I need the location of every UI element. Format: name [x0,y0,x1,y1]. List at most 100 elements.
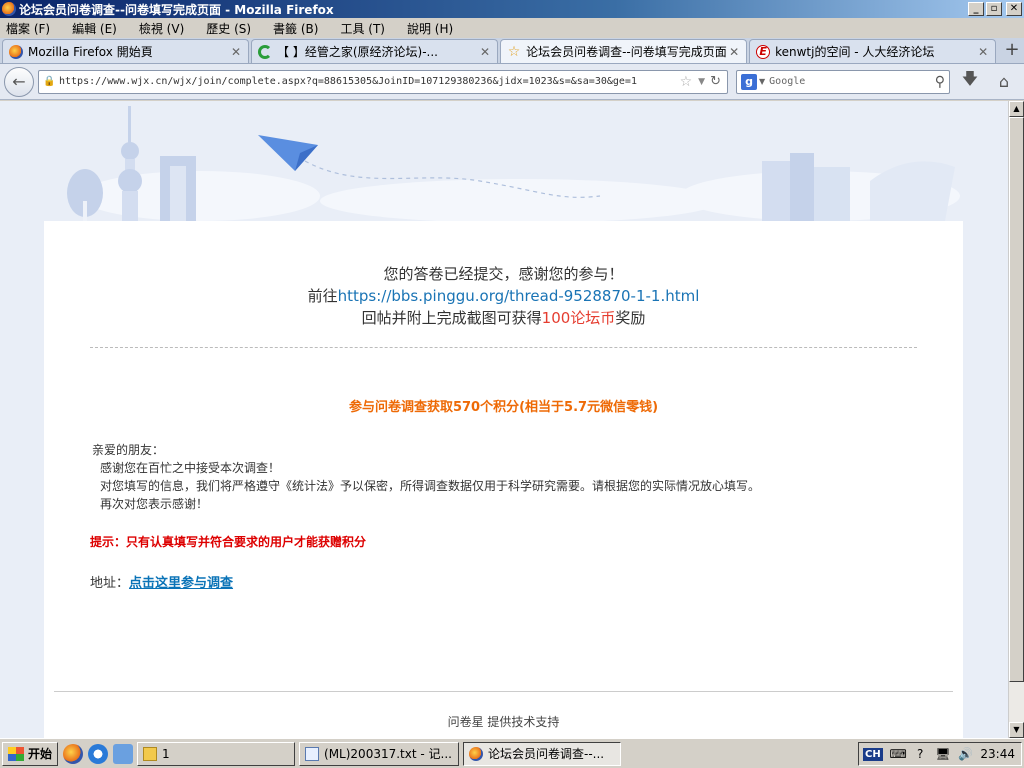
home-icon[interactable]: ⌂ [990,72,1018,91]
reward-suffix: 奖励 [615,309,646,327]
clock: 23:44 [980,747,1015,761]
tab-label: Mozilla Firefox 開始頁 [28,45,153,59]
close-button[interactable]: ✕ [1006,2,1022,16]
navigation-bar: ← 🔒 https://www.wjx.cn/wjx/join/complete… [0,64,1024,100]
menu-file[interactable]: 檔案 (F) [6,20,50,37]
vertical-scrollbar[interactable]: ▲ ▼ [1008,101,1024,738]
points-title: 参与问卷调查获取570个积分(相当于5.7元微信零钱) [348,400,659,415]
start-label: 开始 [28,747,53,761]
tab-label: 【 】经管之家(原经济论坛)-... [277,45,438,59]
window-title: 论坛会员问卷调查--问卷填写完成页面 - Mozilla Firefox [19,2,334,17]
tab-survey-complete[interactable]: ☆ 论坛会员问卷调查--问卷填写完成页面 ✕ [500,39,748,63]
volume-icon[interactable]: 🔊 [958,746,974,762]
google-icon[interactable]: g [741,73,757,90]
back-button[interactable]: ← [4,66,34,97]
star-icon: ☆ [507,43,521,60]
tab-firefox-start[interactable]: Mozilla Firefox 開始頁 ✕ [2,39,250,63]
ie-quicklaunch-icon[interactable] [88,743,109,764]
maximize-button[interactable]: ▫ [986,2,1002,16]
forum-thread-link[interactable]: https://bbs.pinggu.org/thread-9528870-1-… [338,287,700,305]
scroll-down-icon[interactable]: ▼ [1009,722,1024,738]
url-dropdown-icon[interactable]: ▼ [698,77,705,87]
address-line: 地址：点击这里参与调查 [90,572,963,591]
new-tab-button[interactable]: + [1000,39,1024,63]
page-content: 您的答卷已经提交，感谢您的参与！ 前往https://bbs.pinggu.or… [0,101,1008,738]
e-icon: E [756,44,771,59]
survey-complete-card: 您的答卷已经提交，感谢您的参与！ 前往https://bbs.pinggu.or… [44,221,963,738]
menu-history[interactable]: 歷史 (S) [206,20,251,37]
url-bar[interactable]: 🔒 https://www.wjx.cn/wjx/join/complete.a… [38,69,728,94]
search-input[interactable]: Google [769,76,935,87]
folder-icon [143,746,158,761]
notepad-icon [305,746,320,761]
participate-survey-link[interactable]: 点击这里参与调查 [129,576,233,591]
search-engine-dropdown-icon[interactable]: ▼ [759,77,765,86]
bookmark-star-icon[interactable]: ☆ [680,74,693,90]
menu-help[interactable]: 說明 (H) [407,20,453,37]
privacy-line: 对您填写的信息，我们将严格遵守《统计法》予以保密，所得调查数据仅用于科学研究需要… [100,479,761,493]
greeting-block: 亲爱的朋友： 感谢您在百忙之中接受本次调查！ 对您填写的信息，我们将严格遵守《统… [92,441,963,513]
taskbar-folder-window[interactable]: 1 [137,741,296,766]
taskbar: 开始 1 (ML)200317.txt - 记... 论坛会员问卷调查--...… [0,738,1024,768]
system-tray: CH ⌨ ? 🖥 🔊 23:44 [858,742,1022,766]
firefox-icon [2,2,16,16]
window-titlebar: 论坛会员问卷调查--问卷填写完成页面 - Mozilla Firefox _ ▫… [0,0,1024,18]
close-tab-icon[interactable]: ✕ [230,45,242,59]
menu-tools[interactable]: 工具 (T) [340,20,385,37]
menu-bookmarks[interactable]: 書籤 (B) [273,20,318,37]
firefox-quicklaunch-icon[interactable] [63,743,84,764]
greeting-line: 亲爱的朋友： [92,443,165,457]
tab-bar: Mozilla Firefox 開始頁 ✕ 【 】经管之家(原经济论坛)-...… [0,38,1024,64]
help-icon[interactable]: ? [912,746,928,762]
window-controls: _ ▫ ✕ [968,2,1022,16]
search-icon[interactable]: ⚲ [935,74,945,90]
scroll-up-icon[interactable]: ▲ [1009,101,1024,117]
network-icon[interactable]: 🖥 [935,746,951,762]
show-desktop-icon[interactable] [113,743,134,764]
menu-bar: 檔案 (F) 編輯 (E) 檢視 (V) 歷史 (S) 書籤 (B) 工具 (T… [0,18,1024,38]
task-label: 论坛会员问卷调查--... [488,747,605,761]
footer-powered-by: 问卷星 提供技术支持 [447,715,560,729]
minimize-button[interactable]: _ [968,2,984,16]
keyboard-icon[interactable]: ⌨ [889,746,906,762]
task-label: (ML)200317.txt - 记... [324,747,452,761]
reward-line: 回帖并附上完成截图可获得100论坛币奖励 [44,307,963,329]
firefox-icon [469,746,484,761]
menu-edit[interactable]: 編輯 (E) [72,20,117,37]
taskbar-notepad-window[interactable]: (ML)200317.txt - 记... [299,741,460,766]
close-tab-icon[interactable]: ✕ [728,45,740,59]
tab-pinggu-forum[interactable]: 【 】经管之家(原经济论坛)-... ✕ [251,39,499,63]
search-bar[interactable]: g ▼ Google ⚲ [736,69,950,94]
loading-icon [258,44,273,59]
reward-amount: 100论坛币 [541,309,616,327]
close-tab-icon[interactable]: ✕ [479,45,491,59]
reload-icon[interactable]: ↻ [710,74,721,89]
tab-label: 论坛会员问卷调查--问卷填写完成页面 [526,45,727,59]
close-tab-icon[interactable]: ✕ [977,45,989,59]
download-icon[interactable]: 🡇 [956,68,984,95]
address-label: 地址： [90,576,130,591]
forum-prefix: 前往 [307,287,338,305]
menu-view[interactable]: 檢視 (V) [139,20,184,37]
ime-indicator[interactable]: CH [863,747,883,761]
reward-prefix: 回帖并附上完成截图可获得 [361,309,542,327]
windows-logo-icon [8,746,24,761]
footer-divider [54,691,953,692]
banner-illustration [67,106,960,221]
start-button[interactable]: 开始 [2,741,59,766]
url-text[interactable]: https://www.wjx.cn/wjx/join/complete.asp… [59,76,677,87]
thanks-again-line: 再次对您表示感谢！ [100,497,209,511]
scroll-thumb[interactable] [1009,117,1024,682]
forum-link-line: 前往https://bbs.pinggu.org/thread-9528870-… [44,285,963,307]
taskbar-firefox-window[interactable]: 论坛会员问卷调查--... [463,741,622,766]
submitted-line: 您的答卷已经提交，感谢您的参与！ [383,265,624,283]
tip-text: 提示：只有认真填写并符合要求的用户才能获赠积分 [90,535,367,549]
dashed-divider [90,347,917,348]
tab-kenwtj-space[interactable]: E kenwtj的空间 - 人大经济论坛 ✕ [749,39,997,63]
lock-icon: 🔒 [43,76,56,87]
task-label: 1 [162,746,170,761]
firefox-icon [9,44,23,59]
thanks-line: 感谢您在百忙之中接受本次调查！ [100,461,281,475]
tab-label: kenwtj的空间 - 人大经济论坛 [775,45,935,59]
completion-message: 您的答卷已经提交，感谢您的参与！ 前往https://bbs.pinggu.or… [44,221,963,329]
